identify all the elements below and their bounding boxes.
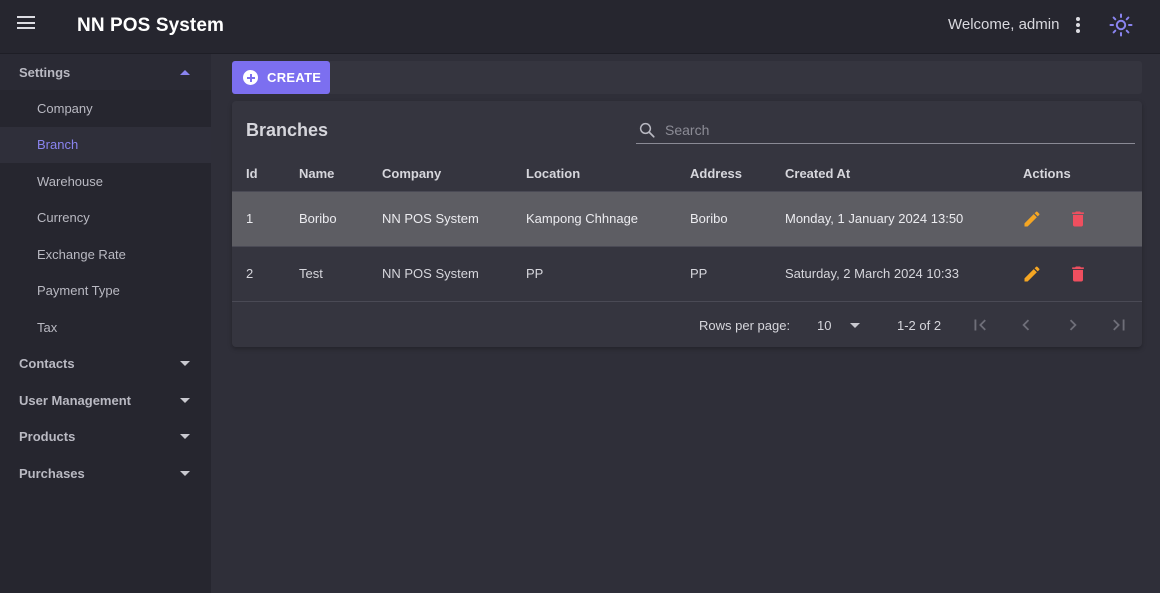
- cell-address: Boribo: [676, 191, 771, 247]
- sidebar-item-exchange-rate[interactable]: Exchange Rate: [0, 236, 211, 273]
- more-vert-icon[interactable]: [1070, 15, 1086, 37]
- last-page-icon[interactable]: [1108, 314, 1130, 336]
- cell-location: PP: [512, 246, 676, 302]
- cell-created-at: Monday, 1 January 2024 13:50: [771, 191, 1009, 247]
- sun-icon[interactable]: [1109, 13, 1133, 37]
- column-header-actions: Actions: [1009, 156, 1142, 192]
- create-button-label: CREATE: [267, 70, 322, 85]
- search-field: [636, 117, 1135, 144]
- rows-per-page-label: Rows per page:: [699, 318, 791, 333]
- column-header-address[interactable]: Address: [676, 156, 771, 192]
- search-input[interactable]: [665, 120, 1125, 140]
- rows-per-page-value: 10: [817, 318, 832, 333]
- branches-card: Branches Id Name Company Location Addres…: [232, 101, 1142, 347]
- cell-company: NN POS System: [368, 246, 512, 302]
- sidebar-group-products[interactable]: Products: [0, 419, 211, 456]
- sidebar-item-branch[interactable]: Branch: [0, 126, 211, 163]
- trash-icon[interactable]: [1068, 264, 1088, 284]
- chevron-down-icon: [180, 361, 190, 367]
- table-row[interactable]: 1 Boribo NN POS System Kampong Chhnage B…: [232, 191, 1142, 247]
- column-header-location[interactable]: Location: [512, 156, 676, 192]
- branches-table: Id Name Company Location Address Created…: [232, 156, 1142, 302]
- table-row[interactable]: 2 Test NN POS System PP PP Saturday, 2 M…: [232, 246, 1142, 302]
- cell-actions: [1009, 191, 1142, 247]
- table-header-row: Id Name Company Location Address Created…: [232, 156, 1142, 192]
- sidebar-group-user-management[interactable]: User Management: [0, 382, 211, 419]
- column-header-created-at[interactable]: Created At: [771, 156, 1009, 192]
- welcome-text: Welcome, admin: [948, 16, 1060, 33]
- cell-actions: [1009, 246, 1142, 302]
- sidebar-group-contacts[interactable]: Contacts: [0, 346, 211, 383]
- page-range-text: 1-2 of 2: [897, 318, 942, 333]
- cell-name: Boribo: [285, 191, 368, 247]
- sidebar-group-label: Purchases: [19, 465, 85, 481]
- cell-location: Kampong Chhnage: [512, 191, 676, 247]
- previous-page-icon[interactable]: [1015, 314, 1037, 336]
- action-toolbar: [232, 61, 1142, 94]
- sidebar-item-company[interactable]: Company: [0, 90, 211, 127]
- sidebar-item-tax[interactable]: Tax: [0, 309, 211, 346]
- chevron-up-icon: [180, 69, 190, 75]
- trash-icon[interactable]: [1068, 209, 1088, 229]
- plus-circle-icon: [243, 70, 258, 85]
- cell-name: Test: [285, 246, 368, 302]
- sidebar-item-payment-type[interactable]: Payment Type: [0, 273, 211, 310]
- sidebar-item-warehouse[interactable]: Warehouse: [0, 163, 211, 200]
- sidebar-group-label: Settings: [19, 64, 71, 80]
- rows-per-page-select[interactable]: 10: [817, 318, 863, 333]
- search-icon: [639, 122, 655, 138]
- cell-id: 2: [232, 246, 285, 302]
- sidebar-group-settings[interactable]: Settings: [0, 54, 211, 90]
- chevron-down-icon: [180, 470, 190, 476]
- chevron-down-icon: [180, 434, 190, 440]
- sidebar-group-purchases[interactable]: Purchases: [0, 455, 211, 492]
- column-header-id[interactable]: Id: [232, 156, 285, 192]
- cell-address: PP: [676, 246, 771, 302]
- sidebar-group-label: Contacts: [19, 356, 75, 372]
- pencil-icon[interactable]: [1022, 264, 1042, 284]
- column-header-company[interactable]: Company: [368, 156, 512, 192]
- cell-company: NN POS System: [368, 191, 512, 247]
- pencil-icon[interactable]: [1022, 209, 1042, 229]
- chevron-down-icon: [850, 323, 860, 328]
- sidebar-group-label: User Management: [19, 392, 131, 408]
- cell-created-at: Saturday, 2 March 2024 10:33: [771, 246, 1009, 302]
- create-button[interactable]: CREATE: [232, 61, 330, 94]
- sidebar-group-label: Products: [19, 429, 76, 445]
- page-title: Branches: [246, 120, 329, 140]
- cell-id: 1: [232, 191, 285, 247]
- pagination: Rows per page: 10 1-2 of 2: [232, 302, 1142, 347]
- column-header-name[interactable]: Name: [285, 156, 368, 192]
- sidebar-item-currency[interactable]: Currency: [0, 200, 211, 237]
- chevron-down-icon: [180, 397, 190, 403]
- next-page-icon[interactable]: [1062, 314, 1084, 336]
- top-app-bar: NN POS System Welcome, admin: [0, 0, 1160, 54]
- menu-icon[interactable]: [17, 16, 37, 36]
- app-title: NN POS System: [77, 15, 225, 36]
- first-page-icon[interactable]: [969, 314, 991, 336]
- sidebar: Settings Company Branch Warehouse Curren…: [0, 54, 211, 593]
